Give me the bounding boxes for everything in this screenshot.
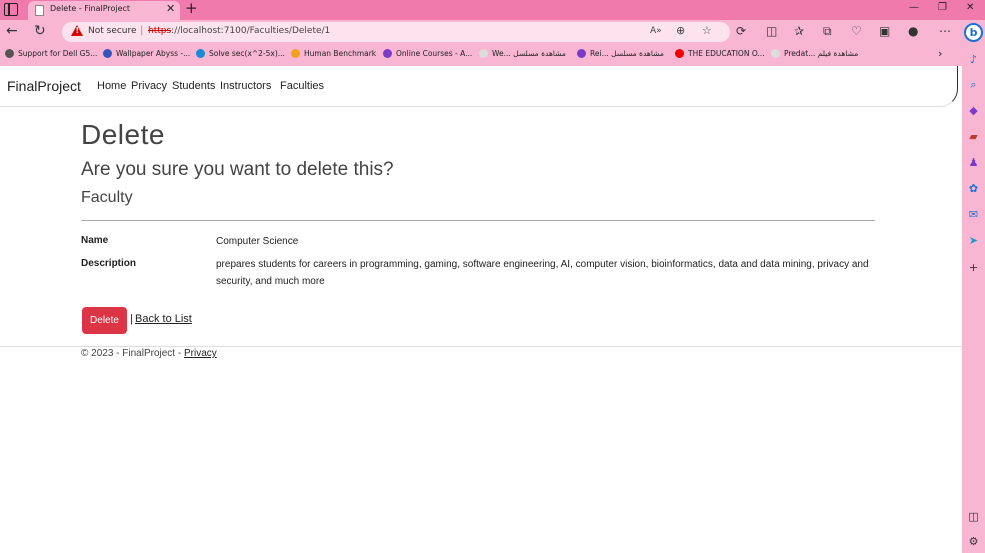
tab-actions-icon[interactable] — [4, 3, 18, 16]
nav-link-home[interactable]: Home — [97, 80, 126, 92]
drop-icon[interactable]: ➤ — [967, 234, 980, 247]
footer-text: © 2023 - FinalProject - — [81, 348, 184, 359]
bookmark-label: Solve sec(x^2-5x)... — [209, 49, 285, 58]
tools-briefcase-icon[interactable]: ▰ — [967, 130, 980, 143]
bing-copilot-icon[interactable]: b — [964, 23, 983, 42]
url-scheme: https — [148, 26, 172, 36]
minimize-icon[interactable]: — — [909, 2, 919, 13]
back-to-list-link[interactable]: Back to List — [135, 313, 192, 325]
bookmark-item[interactable]: Solve sec(x^2-5x)... — [196, 49, 285, 58]
bookmark-icon — [103, 49, 112, 58]
zoom-icon[interactable]: ⊕ — [676, 24, 685, 37]
footer-privacy-link[interactable]: Privacy — [184, 348, 217, 359]
bookmarks-overflow-icon[interactable]: › — [938, 47, 942, 60]
tab-title: Delete - FinalProject — [50, 4, 131, 13]
name-value: Computer Science — [216, 236, 299, 247]
link-separator: | — [130, 313, 133, 325]
read-aloud-icon[interactable]: A» — [650, 26, 662, 36]
delete-button[interactable]: Delete — [82, 307, 127, 334]
bookmark-label: We... مشاهدة مسلسل — [492, 49, 566, 58]
bookmark-item[interactable]: Wallpaper Abyss -... — [103, 49, 190, 58]
bookmark-label: Human Benchmark — [304, 49, 377, 58]
bookmark-label: Online Courses - A... — [396, 49, 473, 58]
bookmark-item[interactable]: We... مشاهدة مسلسل — [479, 49, 566, 58]
bookmark-icon — [196, 49, 205, 58]
notifications-bell-icon[interactable]: ♪ — [967, 53, 980, 66]
browser-titlebar: Delete - FinalProject ✕ + — ❐ ✕ — [0, 0, 985, 20]
browser-toolbar: ← ↻ Not secure | https://localhost:7100/… — [0, 20, 962, 45]
performance-icon[interactable]: ♡ — [851, 24, 862, 38]
name-label: Name — [81, 235, 109, 246]
nav-link-faculties[interactable]: Faculties — [280, 80, 324, 92]
profile-avatar-icon[interactable]: ● — [908, 24, 918, 38]
games-icon[interactable]: ♟ — [967, 156, 980, 169]
bookmark-item[interactable]: Rei... مشاهدة مسلسل — [577, 49, 664, 58]
new-tab-icon[interactable]: + — [185, 0, 198, 17]
refresh-icon[interactable]: ↻ — [34, 23, 46, 39]
address-separator: | — [140, 25, 144, 36]
bookmark-icon — [479, 49, 488, 58]
page-viewport: FinalProject Home Privacy Students Instr… — [0, 66, 962, 553]
extensions-icon[interactable]: ⟳ — [736, 24, 746, 38]
navbar-brand[interactable]: FinalProject — [7, 78, 81, 94]
bookmark-label: Support for Dell G5... — [18, 49, 98, 58]
confirm-question: Are you sure you want to delete this? — [81, 159, 394, 180]
nav-link-privacy[interactable]: Privacy — [131, 80, 167, 92]
bookmark-item[interactable]: THE EDUCATION O... — [675, 49, 765, 58]
maximize-icon[interactable]: ❐ — [938, 2, 947, 13]
nav-link-instructors[interactable]: Instructors — [220, 80, 271, 92]
browser-sidebar: b ♪ ⌕ ◆ ▰ ♟ ✿ ✉ ➤ + ◫ ⚙ — [962, 20, 985, 553]
url-path: ://localhost:7100/Faculties/Delete/1 — [171, 26, 331, 36]
search-icon[interactable]: ⌕ — [967, 78, 980, 91]
divider — [81, 220, 875, 221]
description-label: Description — [81, 258, 137, 269]
bookmark-item[interactable]: Support for Dell G5... — [5, 49, 97, 58]
favorite-star-icon[interactable]: ☆ — [702, 24, 712, 37]
bookmark-item[interactable]: Predat... مشاهدة فيلم — [771, 49, 858, 58]
bookmark-icon — [577, 49, 586, 58]
nav-link-students[interactable]: Students — [172, 80, 215, 92]
bookmark-label: Wallpaper Abyss -... — [116, 49, 191, 58]
page-title: Delete — [81, 119, 165, 150]
page-favicon-icon — [35, 5, 44, 16]
bookmark-icon — [291, 49, 300, 58]
sidebar-settings-gear-icon[interactable]: ⚙ — [967, 535, 980, 548]
url-text[interactable]: https://localhost:7100/Faculties/Delete/… — [148, 26, 330, 36]
bookmark-icon — [675, 49, 684, 58]
hide-sidebar-icon[interactable]: ◫ — [967, 510, 980, 523]
wallet-icon[interactable]: ▣ — [879, 24, 890, 38]
office-icon[interactable]: ✿ — [967, 182, 980, 195]
collections-icon[interactable]: ⧉ — [823, 24, 832, 39]
bookmark-icon — [5, 49, 14, 58]
app-navbar: FinalProject Home Privacy Students Instr… — [0, 66, 958, 107]
bookmarks-bar: Support for Dell G5... Wallpaper Abyss -… — [0, 45, 962, 65]
tab-close-icon[interactable]: ✕ — [166, 2, 175, 15]
bookmark-label: Rei... مشاهدة مسلسل — [590, 49, 664, 58]
window-close-icon[interactable]: ✕ — [966, 2, 974, 13]
address-bar[interactable]: Not secure | https://localhost:7100/Facu… — [62, 22, 730, 42]
bookmark-item[interactable]: Online Courses - A... — [383, 49, 472, 58]
outlook-icon[interactable]: ✉ — [967, 208, 980, 221]
bookmark-item[interactable]: Human Benchmark — [291, 49, 376, 58]
bookmark-label: Predat... مشاهدة فيلم — [784, 49, 859, 58]
add-sidebar-app-icon[interactable]: + — [967, 261, 980, 274]
footer-divider — [0, 346, 962, 347]
favorites-icon[interactable]: ✰ — [794, 24, 804, 38]
entity-heading: Faculty — [81, 189, 133, 206]
description-value: prepares students for careers in program… — [216, 259, 869, 287]
shopping-tag-icon[interactable]: ◆ — [967, 104, 980, 117]
bookmark-icon — [771, 49, 780, 58]
not-secure-label[interactable]: Not secure — [88, 26, 137, 36]
back-arrow-icon[interactable]: ← — [6, 23, 18, 39]
page-footer: © 2023 - FinalProject - Privacy — [81, 348, 217, 359]
split-screen-icon[interactable]: ◫ — [766, 24, 777, 38]
bookmark-icon — [383, 49, 392, 58]
browser-tab[interactable]: Delete - FinalProject ✕ — [28, 1, 180, 20]
warning-icon — [71, 25, 83, 36]
more-options-icon[interactable]: ⋯ — [939, 24, 951, 38]
bookmark-label: THE EDUCATION O... — [688, 49, 765, 58]
